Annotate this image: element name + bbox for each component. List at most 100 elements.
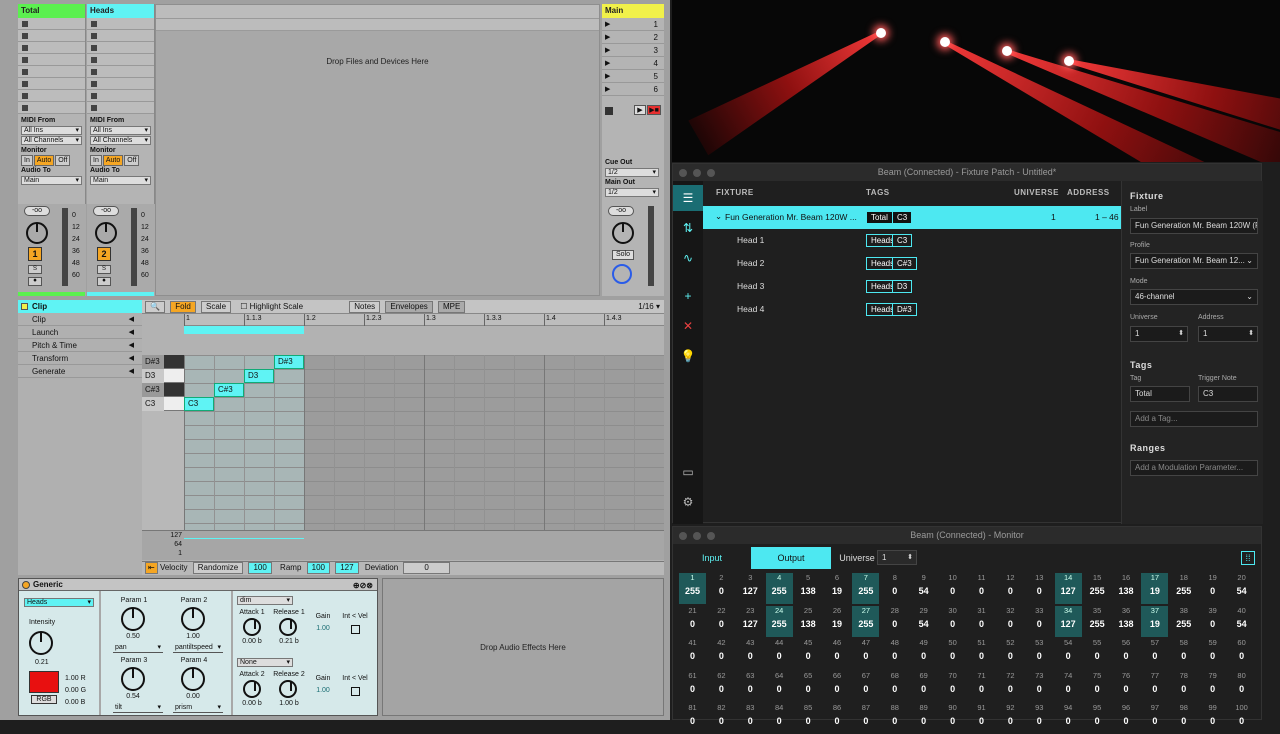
scene-launch-button[interactable]: 3	[602, 44, 664, 57]
monitor-auto-button[interactable]: Auto	[102, 155, 124, 166]
stepper-icon[interactable]: ⬍	[1178, 327, 1184, 341]
drop-audio-effects-area[interactable]: Drop Audio Effects Here	[382, 578, 664, 716]
minimize-window-icon[interactable]	[693, 169, 701, 177]
rgb-button[interactable]: RGB	[31, 695, 57, 704]
tab-input[interactable]: Input	[673, 547, 751, 569]
randomize-button[interactable]: Randomize	[192, 562, 244, 574]
zoom-icon[interactable]: 🔍	[145, 301, 165, 313]
drop-files-area[interactable]: Drop Files and Devices Here	[155, 4, 600, 296]
clip-slot[interactable]	[18, 90, 85, 102]
midi-channel-select[interactable]: All Channels	[21, 136, 82, 145]
midi-from-select[interactable]: All Ins	[90, 126, 151, 135]
trigger-note-field[interactable]: C3	[1198, 386, 1258, 402]
add-tag-input[interactable]: Add a Tag...	[1130, 411, 1258, 427]
add-modulation-input[interactable]: Add a Modulation Parameter...	[1130, 460, 1258, 476]
midi-note[interactable]: C3	[184, 397, 214, 411]
zoom-window-icon[interactable]	[707, 532, 715, 540]
clip-slot[interactable]	[18, 54, 85, 66]
ramp-start[interactable]: 100	[306, 562, 330, 574]
ramp-end[interactable]: 127	[335, 562, 359, 574]
device-power-icon[interactable]	[22, 581, 30, 589]
delete-icon[interactable]: ✕	[680, 318, 696, 334]
scene-launch-button[interactable]: 1	[602, 18, 664, 31]
param-mapping-select[interactable]: pan	[113, 644, 163, 653]
activity-icon[interactable]: ∿	[680, 250, 696, 266]
grid-select[interactable]: 1/16 ▾	[638, 300, 660, 314]
stepper-icon[interactable]: ⬍	[907, 551, 913, 564]
main-out-select[interactable]: 1/2	[605, 188, 659, 197]
universe-stepper[interactable]: 1 ⬍	[1130, 326, 1188, 342]
solo-button[interactable]: S	[28, 265, 42, 274]
clip-section-item[interactable]: Pitch & Time	[18, 339, 142, 352]
main-track-header[interactable]: Main	[602, 4, 664, 18]
fixture-row[interactable]: ⌄ Fun Generation Mr. Beam 120W ... Total…	[703, 206, 1121, 229]
universe-stepper[interactable]: 1 ⬍	[877, 550, 917, 565]
close-window-icon[interactable]	[679, 532, 687, 540]
param-knob[interactable]	[121, 667, 145, 691]
track-activator[interactable]: 1	[28, 247, 42, 261]
envelope-target-select[interactable]: dim	[237, 596, 293, 605]
clip-section-item[interactable]: Launch	[18, 326, 142, 339]
param-knob[interactable]	[181, 667, 205, 691]
list-icon[interactable]: ☰	[680, 190, 696, 206]
gain-value[interactable]: 1.00	[313, 625, 333, 632]
clip-slot[interactable]	[87, 18, 154, 30]
monitor-in-button[interactable]: In	[21, 155, 33, 166]
attack-knob[interactable]	[243, 680, 261, 698]
loop-brace[interactable]	[184, 326, 304, 334]
intensity-knob[interactable]	[29, 631, 53, 655]
device-header[interactable]: Generic ⊕⊘⊗	[19, 579, 377, 591]
zoom-window-icon[interactable]	[707, 169, 715, 177]
main-volume[interactable]: -oo	[608, 206, 634, 216]
velocity-lane[interactable]: 127 64 1	[142, 530, 664, 560]
fold-button[interactable]: Fold	[170, 301, 196, 313]
tab-output[interactable]: Output	[751, 547, 831, 569]
main-pan-knob[interactable]	[612, 222, 634, 244]
monitor-in-button[interactable]: In	[90, 155, 102, 166]
clip-slot[interactable]	[18, 102, 85, 114]
gear-icon[interactable]: ⚙	[680, 494, 696, 510]
arm-icon[interactable]: ⏺	[97, 277, 111, 286]
fixture-row[interactable]: Head 4 Heads D#3	[703, 298, 1121, 321]
main-solo-button[interactable]: Solo	[612, 250, 634, 260]
pan-knob[interactable]	[26, 222, 48, 244]
lightbulb-icon[interactable]: 💡	[680, 348, 696, 364]
param-mapping-select[interactable]: tilt	[113, 704, 163, 713]
target-select[interactable]: Heads	[24, 598, 94, 607]
column-address[interactable]: ADDRESS	[1067, 188, 1110, 197]
minimize-window-icon[interactable]	[693, 532, 701, 540]
scene-launch-button[interactable]: 5	[602, 70, 664, 83]
monitor-off-button[interactable]: Off	[55, 155, 71, 166]
clip-slot[interactable]	[87, 78, 154, 90]
deviation-value[interactable]: 0	[403, 562, 450, 574]
fixture-tag[interactable]: Total	[866, 211, 893, 224]
param-mapping-select[interactable]: prism	[173, 704, 223, 713]
solo-button[interactable]: S	[97, 265, 111, 274]
scene-launch-button[interactable]: 2	[602, 31, 664, 44]
fixture-tag[interactable]: D#3	[892, 303, 917, 316]
int-vel-checkbox[interactable]	[351, 625, 360, 634]
tag-field[interactable]: Total	[1130, 386, 1190, 402]
clip-slot[interactable]	[18, 42, 85, 54]
clip-slot[interactable]	[18, 78, 85, 90]
track-header[interactable]: Heads	[87, 4, 154, 18]
attack-knob[interactable]	[243, 618, 261, 636]
add-icon[interactable]: +	[680, 288, 696, 304]
fixture-row[interactable]: Head 2 Heads C#3	[703, 252, 1121, 275]
clip-header[interactable]: Clip	[18, 300, 142, 313]
piano-key[interactable]: D#3	[142, 355, 164, 369]
midi-channel-select[interactable]: All Channels	[90, 136, 151, 145]
fixture-row[interactable]: Head 3 Heads D3	[703, 275, 1121, 298]
piano-key[interactable]: C#3	[142, 383, 164, 397]
rgb-color-swatch[interactable]	[29, 671, 59, 693]
track-volume[interactable]: -oo	[93, 206, 119, 216]
fixture-tag[interactable]: C3	[892, 234, 913, 247]
stop-all-icon[interactable]	[605, 107, 613, 115]
monitor-off-button[interactable]: Off	[124, 155, 140, 166]
gain-value[interactable]: 1.00	[313, 687, 333, 694]
routing-icon[interactable]: ⇅	[680, 220, 696, 236]
track-volume[interactable]: -oo	[24, 206, 50, 216]
close-window-icon[interactable]	[679, 169, 687, 177]
audio-to-select[interactable]: Main	[21, 176, 82, 185]
param-mapping-select[interactable]: pantiltspeed	[173, 644, 223, 653]
